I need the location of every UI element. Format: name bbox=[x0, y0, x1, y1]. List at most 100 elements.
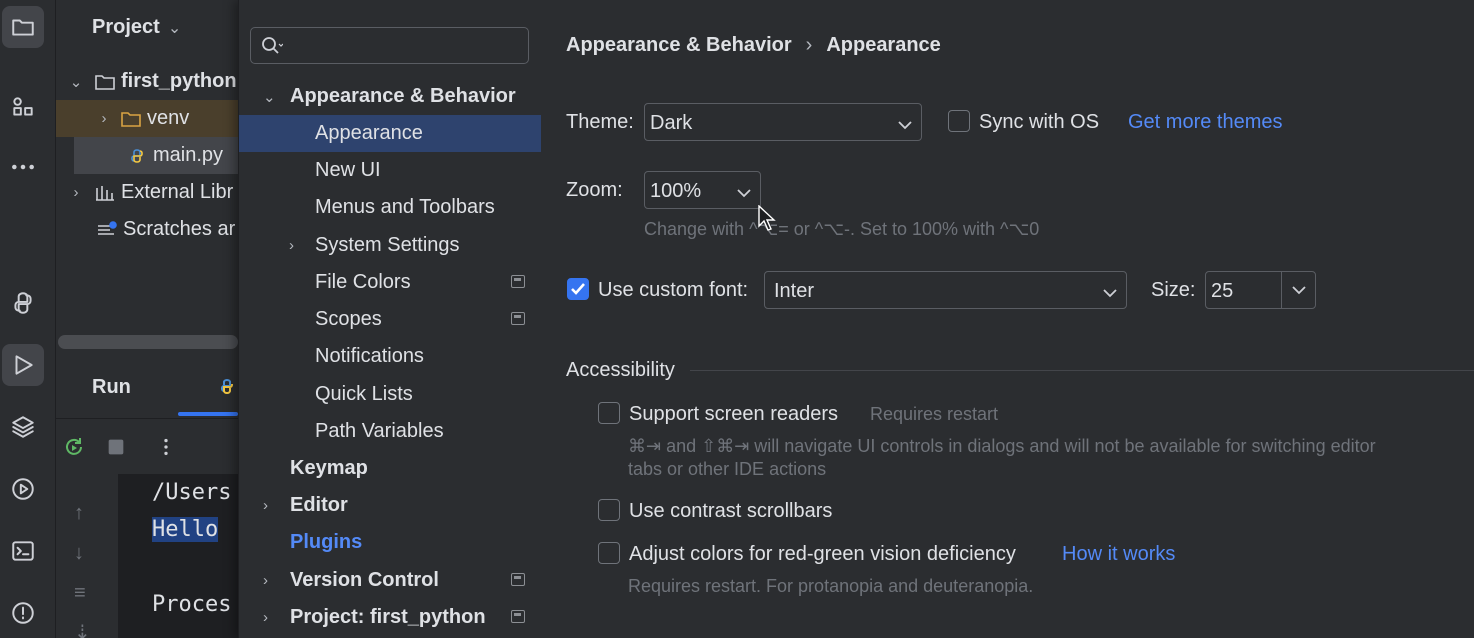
run-tool-button[interactable] bbox=[2, 344, 44, 386]
nav-label: Plugins bbox=[290, 531, 363, 553]
tool-window-strip bbox=[0, 0, 56, 638]
tree-item-project-root[interactable]: ⌄ first_python bbox=[56, 63, 238, 100]
use-custom-font-checkbox[interactable] bbox=[567, 278, 589, 300]
chevron-right-icon: › bbox=[263, 609, 268, 626]
nav-keymap[interactable]: Keymap bbox=[239, 450, 541, 487]
layers-tool-button[interactable] bbox=[2, 406, 44, 448]
contrast-scrollbars-label: Use contrast scrollbars bbox=[629, 500, 833, 522]
nav-appearance-behavior[interactable]: ⌄ Appearance & Behavior bbox=[239, 78, 541, 115]
font-dropdown[interactable]: Inter bbox=[764, 271, 1127, 309]
nav-quick-lists[interactable]: Quick Lists bbox=[239, 376, 541, 413]
terminal-tool-button[interactable] bbox=[2, 530, 44, 572]
project-pane-title[interactable]: Project ⌄ bbox=[92, 16, 181, 39]
rerun-icon bbox=[66, 438, 82, 455]
run-toolbar bbox=[56, 418, 238, 474]
chevron-right-icon: › bbox=[263, 497, 268, 514]
structure-tool-button[interactable] bbox=[2, 86, 44, 128]
tree-item-external-libraries[interactable]: › External Libr bbox=[56, 174, 238, 211]
use-custom-font-label: Use custom font: bbox=[598, 279, 749, 301]
nav-appearance[interactable]: Appearance bbox=[239, 115, 541, 152]
tree-item-venv[interactable]: › venv bbox=[56, 100, 238, 137]
accessibility-heading: Accessibility bbox=[566, 359, 675, 381]
chevron-right-icon: › bbox=[263, 572, 268, 589]
services-icon bbox=[12, 478, 34, 500]
project-scope-icon bbox=[511, 573, 525, 586]
zoom-dropdown[interactable]: 100% bbox=[644, 171, 761, 209]
nav-notifications[interactable]: Notifications bbox=[239, 338, 541, 375]
chevron-right-icon: › bbox=[101, 110, 107, 127]
more-icon bbox=[12, 164, 34, 170]
more-options-button[interactable] bbox=[154, 435, 178, 459]
vertical-dots-icon bbox=[164, 438, 168, 456]
project-scope-icon bbox=[511, 275, 525, 288]
soft-wrap-icon[interactable]: ≡ bbox=[74, 582, 86, 605]
nav-version-control[interactable]: › Version Control bbox=[239, 562, 541, 599]
nav-menus-toolbars[interactable]: Menus and Toolbars bbox=[239, 189, 541, 226]
font-size-combo[interactable]: 25 bbox=[1205, 271, 1316, 309]
combo-divider bbox=[1281, 272, 1282, 308]
font-size-value: 25 bbox=[1211, 280, 1234, 302]
tree-item-main-py[interactable]: main.py bbox=[74, 137, 238, 174]
services-tool-button[interactable] bbox=[2, 468, 44, 510]
tree-item-scratches[interactable]: Scratches ar bbox=[56, 211, 238, 248]
sync-with-os-checkbox[interactable] bbox=[948, 110, 970, 132]
project-pane: Project ⌄ ⌄ first_python › venv main.py ›… bbox=[56, 0, 238, 638]
arrow-down-icon[interactable]: ↓ bbox=[74, 542, 84, 565]
settings-navigation: ⌄ Appearance & Behavior Appearance New U… bbox=[238, 0, 541, 638]
contrast-scrollbars-checkbox[interactable] bbox=[598, 499, 620, 521]
how-it-works-link[interactable]: How it works bbox=[1062, 543, 1175, 566]
color-deficiency-label: Adjust colors for red-green vision defic… bbox=[629, 543, 1016, 565]
nav-system-settings[interactable]: › System Settings bbox=[239, 227, 541, 264]
nav-file-colors[interactable]: File Colors bbox=[239, 264, 541, 301]
python-console-button[interactable] bbox=[2, 282, 44, 324]
mouse-cursor-icon bbox=[758, 205, 776, 231]
project-tool-button[interactable] bbox=[2, 6, 44, 48]
theme-label: Theme: bbox=[566, 111, 634, 133]
project-scope-icon bbox=[511, 610, 525, 623]
zoom-value: 100% bbox=[650, 180, 702, 202]
chevron-right-icon: › bbox=[73, 184, 79, 201]
run-console[interactable]: /Users Hello Proces bbox=[118, 474, 238, 638]
settings-content: Appearance & Behavior › Appearance Theme: … bbox=[541, 0, 1474, 638]
nav-project[interactable]: › Project: first_python bbox=[239, 599, 541, 636]
nav-new-ui[interactable]: New UI bbox=[239, 152, 541, 189]
nav-scopes[interactable]: Scopes bbox=[239, 301, 541, 338]
theme-dropdown[interactable]: Dark bbox=[644, 103, 922, 141]
rerun-button[interactable] bbox=[62, 435, 86, 459]
problems-tool-button[interactable] bbox=[2, 592, 44, 634]
terminal-icon bbox=[12, 541, 34, 561]
nav-label: Menus and Toolbars bbox=[315, 196, 495, 218]
arrow-up-icon[interactable]: ↑ bbox=[74, 502, 84, 525]
folder-icon bbox=[120, 110, 142, 128]
screen-readers-checkbox[interactable] bbox=[598, 402, 620, 424]
settings-search-field[interactable] bbox=[250, 27, 529, 64]
nav-label: File Colors bbox=[315, 271, 411, 293]
horizontal-scrollbar[interactable] bbox=[58, 335, 238, 349]
search-input[interactable] bbox=[291, 34, 521, 58]
nav-label: Appearance bbox=[315, 122, 423, 144]
nav-path-variables[interactable]: Path Variables bbox=[239, 413, 541, 450]
alert-icon bbox=[12, 602, 34, 624]
chevron-down-icon[interactable] bbox=[1291, 283, 1307, 297]
nav-label: Scopes bbox=[315, 308, 382, 330]
chevron-down-icon bbox=[897, 115, 913, 130]
stop-icon bbox=[108, 439, 124, 455]
stop-button[interactable] bbox=[104, 435, 128, 459]
nav-plugins[interactable]: Plugins bbox=[239, 524, 541, 561]
breadcrumb-separator: › bbox=[805, 34, 813, 56]
search-icon bbox=[262, 37, 283, 54]
nav-label: Editor bbox=[290, 494, 348, 516]
nav-editor[interactable]: › Editor bbox=[239, 487, 541, 524]
chevron-down-icon bbox=[736, 183, 752, 198]
color-deficiency-note: Requires restart. For protanopia and deu… bbox=[628, 576, 1034, 596]
nav-label: Path Variables bbox=[315, 420, 444, 442]
font-value: Inter bbox=[774, 280, 815, 302]
get-more-themes-link[interactable]: Get more themes bbox=[1128, 111, 1283, 134]
color-deficiency-checkbox[interactable] bbox=[598, 542, 620, 564]
scroll-to-end-icon[interactable]: ⇣ bbox=[74, 620, 91, 638]
more-tools-button[interactable] bbox=[2, 146, 44, 188]
nav-label: Version Control bbox=[290, 569, 439, 591]
breadcrumb-parent[interactable]: Appearance & Behavior bbox=[566, 34, 792, 56]
chevron-down-icon: ⌄ bbox=[167, 20, 182, 37]
run-tab-indicator bbox=[178, 412, 238, 416]
